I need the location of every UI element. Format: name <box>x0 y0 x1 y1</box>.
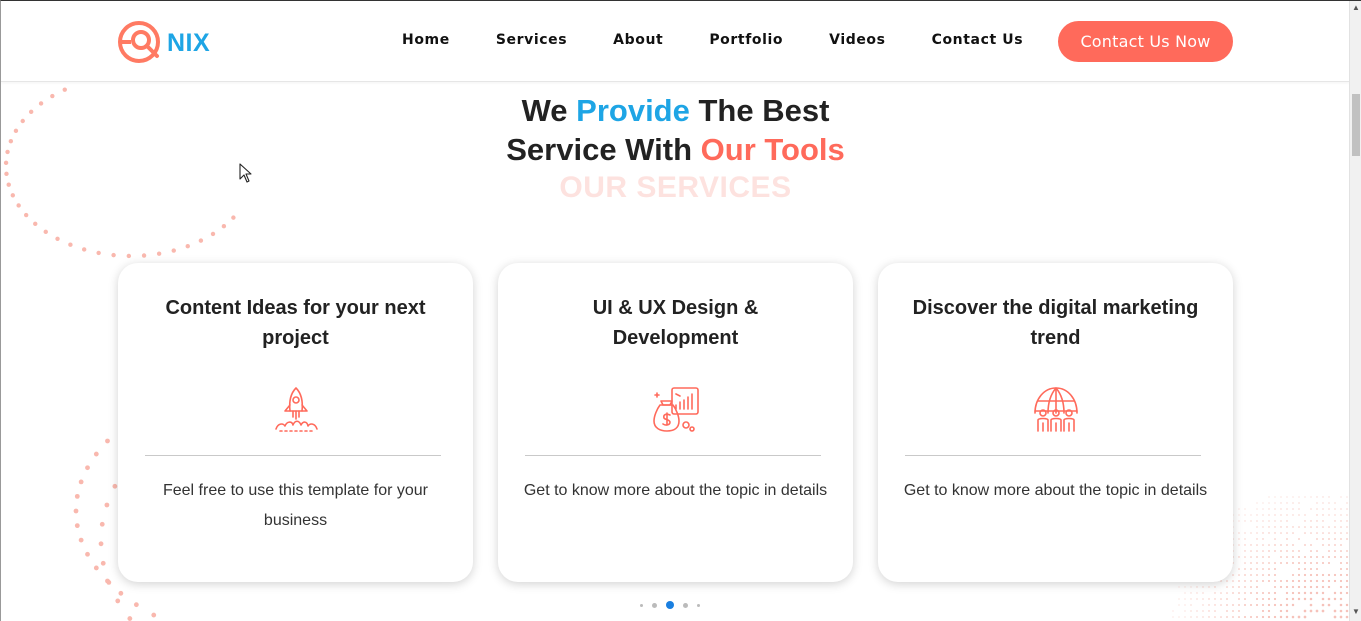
carousel-dot[interactable] <box>697 604 700 607</box>
card-description: Feel free to use this template for your … <box>140 476 451 536</box>
card-divider <box>145 455 441 456</box>
page: NIX Home Services About Portfolio Videos… <box>0 0 1361 621</box>
globe-team-icon <box>1032 385 1080 433</box>
money-chart-icon <box>652 385 700 433</box>
nav-about[interactable]: About <box>613 32 663 48</box>
card-title: Discover the digital marketing trend <box>908 293 1203 353</box>
nav-contact-us[interactable]: Contact Us <box>932 32 1024 48</box>
service-card[interactable]: UI & UX Design & Development Get to know… <box>498 263 853 582</box>
scroll-down-arrow-icon[interactable]: ▼ <box>1352 608 1360 616</box>
heading-text: The Best <box>690 93 830 128</box>
scroll-up-arrow-icon[interactable]: ▲ <box>1352 4 1360 12</box>
section-subtitle: OUR SERVICES <box>1 171 1350 205</box>
main-nav: Home Services About Portfolio Videos Con… <box>402 32 1069 48</box>
rocket-icon <box>272 385 320 433</box>
heading-line-2: Service With Our Tools <box>1 130 1350 169</box>
nav-portfolio[interactable]: Portfolio <box>709 32 783 48</box>
brand-name: NIX <box>167 29 210 58</box>
heading-text: We <box>522 93 577 128</box>
heading-highlight-provide: Provide <box>576 93 690 128</box>
section-heading: We Provide The Best Service With Our Too… <box>1 91 1350 169</box>
carousel-dot[interactable] <box>683 603 688 608</box>
service-card[interactable]: Content Ideas for your next project Feel… <box>118 263 473 582</box>
carousel-pagination <box>640 601 700 609</box>
scrollbar-thumb[interactable] <box>1352 94 1360 156</box>
target-magnifier-icon <box>117 20 163 66</box>
card-description: Get to know more about the topic in deta… <box>900 476 1211 506</box>
heading-highlight-our-tools: Our Tools <box>701 132 845 167</box>
nav-services[interactable]: Services <box>496 32 567 48</box>
nav-videos[interactable]: Videos <box>829 32 885 48</box>
card-description: Get to know more about the topic in deta… <box>520 476 831 506</box>
heading-text: Service With <box>506 132 700 167</box>
site-header: NIX Home Services About Portfolio Videos… <box>1 1 1350 82</box>
card-divider <box>525 455 821 456</box>
card-divider <box>905 455 1201 456</box>
nav-home[interactable]: Home <box>402 32 450 48</box>
carousel-dot[interactable] <box>640 604 643 607</box>
service-card[interactable]: Discover the digital marketing trend Get… <box>878 263 1233 582</box>
contact-us-now-button[interactable]: Contact Us Now <box>1058 21 1233 62</box>
card-title: UI & UX Design & Development <box>528 293 823 353</box>
card-title: Content Ideas for your next project <box>148 293 443 353</box>
carousel-dot-active[interactable] <box>666 601 674 609</box>
vertical-scrollbar[interactable]: ▲ ▼ <box>1349 1 1361 621</box>
heading-line-1: We Provide The Best <box>1 91 1350 130</box>
mouse-cursor-icon <box>239 163 253 183</box>
logo[interactable]: NIX <box>117 20 210 66</box>
carousel-dot[interactable] <box>652 603 657 608</box>
